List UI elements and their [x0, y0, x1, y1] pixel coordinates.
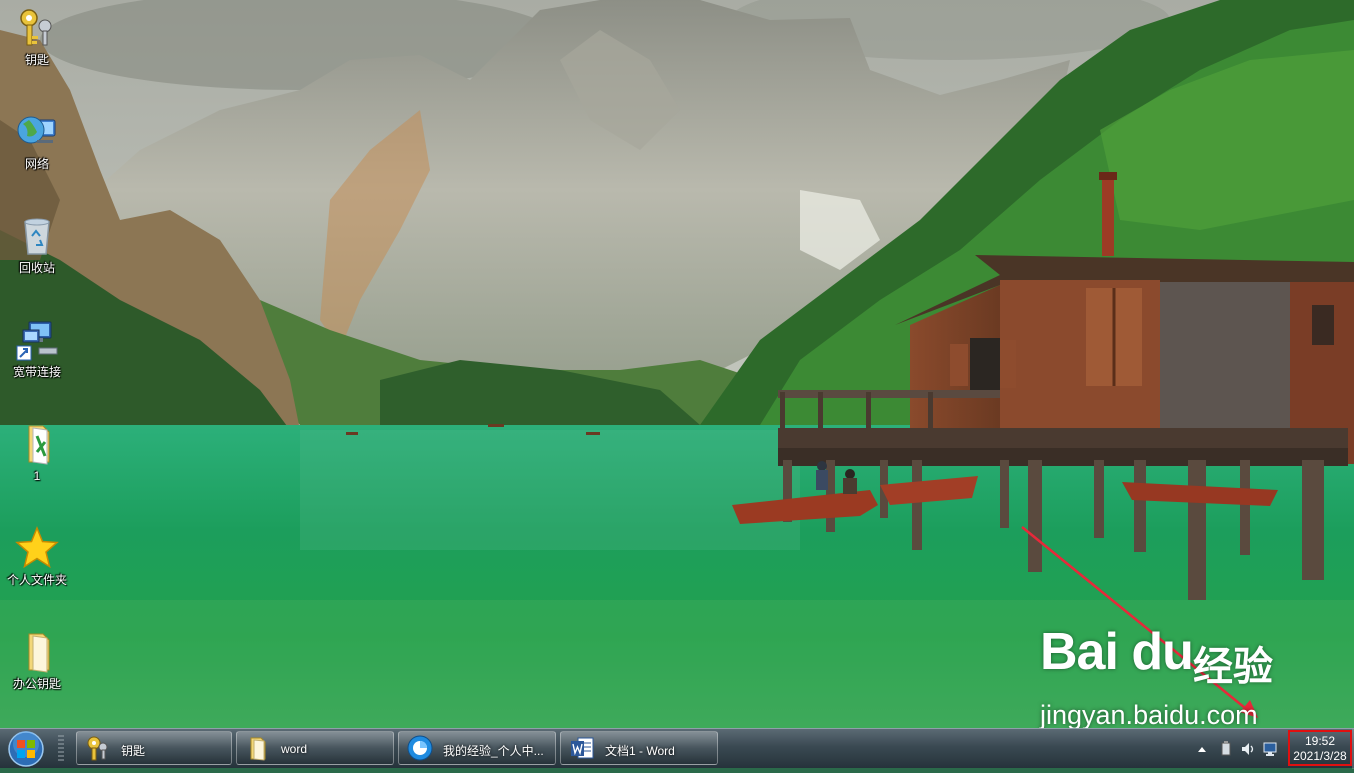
taskbar-button-label: 钥匙	[121, 744, 146, 758]
network-globe-icon	[17, 116, 56, 144]
watermark-logo: Bai du	[1040, 623, 1194, 681]
taskbar-button-word-folder[interactable]: word	[236, 731, 394, 765]
taskbar-button-label: 我的经验_个人中...	[443, 744, 544, 758]
taskbar-grip	[58, 735, 64, 763]
desktop-icon-folder-1[interactable]: 1	[1, 422, 73, 483]
desktop-icon-keys[interactable]: 钥匙	[1, 6, 73, 67]
folder-document-icon	[28, 425, 50, 465]
word-icon	[571, 737, 594, 759]
desktop-icon-office-keys[interactable]: 办公钥匙	[1, 630, 73, 691]
desktop-icon-label: 办公钥匙	[12, 677, 61, 691]
start-button[interactable]	[6, 730, 46, 768]
star-icon	[15, 526, 59, 569]
keys-icon	[87, 736, 108, 761]
network-status-icon[interactable]	[1262, 741, 1278, 757]
desktop-icon-personal-folder[interactable]: 个人文件夹	[1, 526, 73, 587]
desktop-icon-broadband[interactable]: 宽带连接	[1, 318, 73, 379]
windows-start-orb-icon	[8, 731, 44, 767]
browser-icon	[407, 735, 433, 761]
volume-icon[interactable]	[1240, 741, 1256, 757]
keys-icon	[20, 9, 52, 46]
taskbar: 钥匙 word 我的经验_个人中... 文档1 - Word 19:52 202…	[0, 728, 1354, 769]
taskbar-button-keys[interactable]: 钥匙	[76, 731, 232, 765]
taskbar-button-word-document[interactable]: 文档1 - Word	[560, 731, 718, 765]
desktop-icon-network[interactable]: 网络	[1, 110, 73, 171]
clock-time: 19:52	[1304, 734, 1336, 748]
desktop-icon-label: 1	[33, 469, 41, 483]
folder-icon	[250, 737, 266, 761]
desktop-icon-label: 个人文件夹	[6, 573, 67, 587]
desktop-wallpaper	[0, 0, 1354, 728]
baidu-jingyan-watermark: Bai du 经验 jingyan.baidu.com	[1040, 622, 1340, 742]
desktop-icon-recycle-bin[interactable]: 回收站	[1, 214, 73, 275]
taskbar-button-browser[interactable]: 我的经验_个人中...	[398, 731, 556, 765]
broadband-connection-icon	[16, 321, 58, 361]
desktop-icon-label: 宽带连接	[12, 365, 61, 379]
system-tray	[1184, 729, 1284, 769]
recycle-bin-icon	[24, 218, 50, 255]
taskbar-button-label: word	[281, 742, 308, 756]
show-hidden-icons-arrow-icon[interactable]	[1194, 741, 1210, 757]
watermark-brand: 经验	[1193, 645, 1273, 689]
folder-icon	[28, 633, 50, 673]
desktop-icon-label: 回收站	[18, 261, 55, 275]
clock-date: 2021/3/28	[1293, 749, 1347, 763]
watermark-url: jingyan.baidu.com	[1040, 700, 1258, 730]
taskbar-clock[interactable]: 19:52 2021/3/28	[1288, 730, 1352, 766]
taskbar-button-label: 文档1 - Word	[605, 744, 675, 758]
usb-device-icon[interactable]	[1218, 741, 1234, 757]
desktop-icon-label: 钥匙	[24, 53, 49, 67]
desktop-icon-label: 网络	[24, 157, 49, 171]
